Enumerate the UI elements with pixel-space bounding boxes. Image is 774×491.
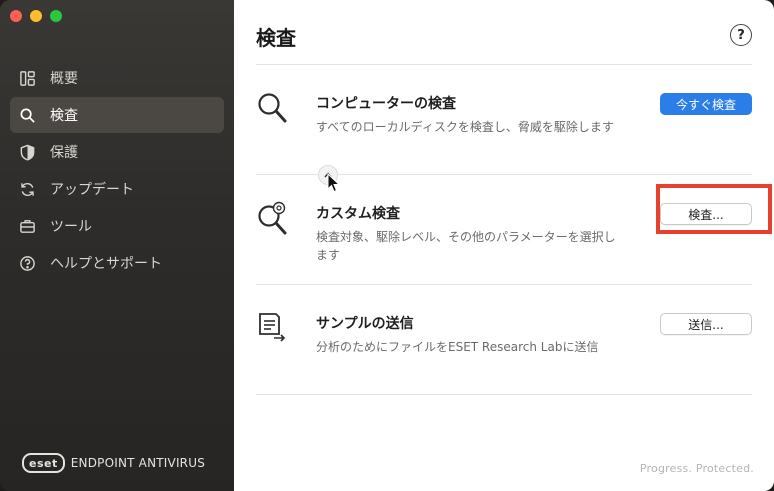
submit-sample-button[interactable]: 送信... <box>660 313 752 335</box>
refresh-icon <box>18 180 36 198</box>
page-title: 検査 <box>256 26 296 50</box>
scan-row-computer: コンピューターの検査 すべてのローカルディスクを検査し、脅威を駆除します 今すぐ… <box>256 64 752 174</box>
maximize-window-button[interactable] <box>50 10 62 22</box>
help-button[interactable]: ? <box>730 24 752 46</box>
row-title: コンピューターの検査 <box>316 96 456 112</box>
app-window: 概要 検査 保護 アップデート ツール ヘルプとサポート eset ENDPOI… <box>0 0 774 491</box>
highlight-box <box>656 184 772 234</box>
shield-icon <box>18 143 36 161</box>
sidebar-item-tools[interactable]: ツール <box>10 208 224 244</box>
footer-tagline: Progress. Protected. <box>639 462 754 475</box>
product-name: ENDPOINT ANTIVIRUS <box>70 456 206 470</box>
eset-logo: eset <box>22 453 65 473</box>
row-title: カスタム検査 <box>316 206 400 222</box>
row-description: すべてのローカルディスクを検査し、脅威を駆除します <box>316 120 614 134</box>
sidebar-item-label: ヘルプとサポート <box>50 256 162 272</box>
sidebar-item-protection[interactable]: 保護 <box>10 134 224 170</box>
minimize-window-button[interactable] <box>30 10 42 22</box>
scan-row-submit-sample: サンプルの送信 分析のためにファイルをESET Research Labに送信 … <box>256 284 752 395</box>
magnifier-gear-icon <box>258 201 287 235</box>
sidebar: 概要 検査 保護 アップデート ツール ヘルプとサポート eset ENDPOI… <box>0 0 234 491</box>
sidebar-item-label: アップデート <box>50 182 134 198</box>
row-description: 検査対象、駆除レベル、その他のパラメーターを選択します <box>316 230 616 262</box>
brand: eset ENDPOINT ANTIVIRUS <box>22 453 205 473</box>
scan-now-button[interactable]: 今すぐ検査 <box>660 93 752 115</box>
sidebar-item-label: 概要 <box>50 71 78 87</box>
main-panel: 検査 ? コンピューターの検査 すべてのローカルディスクを検査し、脅威を駆除しま… <box>234 0 774 491</box>
sidebar-item-label: ツール <box>50 219 92 235</box>
help-icon <box>18 254 36 272</box>
window-controls <box>10 10 62 22</box>
document-send-icon <box>259 313 286 342</box>
sidebar-item-help[interactable]: ヘルプとサポート <box>10 245 224 281</box>
sidebar-item-label: 検査 <box>50 108 78 124</box>
row-description: 分析のためにファイルをESET Research Labに送信 <box>316 340 599 354</box>
magnifier-icon <box>258 93 287 123</box>
sidebar-nav: 概要 検査 保護 アップデート ツール ヘルプとサポート <box>10 60 224 282</box>
row-title: サンプルの送信 <box>316 316 414 332</box>
sidebar-item-overview[interactable]: 概要 <box>10 60 224 96</box>
overview-icon <box>18 69 36 87</box>
mouse-cursor-icon <box>327 173 341 193</box>
toolbox-icon <box>18 217 36 235</box>
search-icon <box>18 106 36 124</box>
close-window-button[interactable] <box>10 10 22 22</box>
sidebar-item-scan[interactable]: 検査 <box>10 97 224 133</box>
sidebar-item-update[interactable]: アップデート <box>10 171 224 207</box>
sidebar-item-label: 保護 <box>50 145 78 161</box>
